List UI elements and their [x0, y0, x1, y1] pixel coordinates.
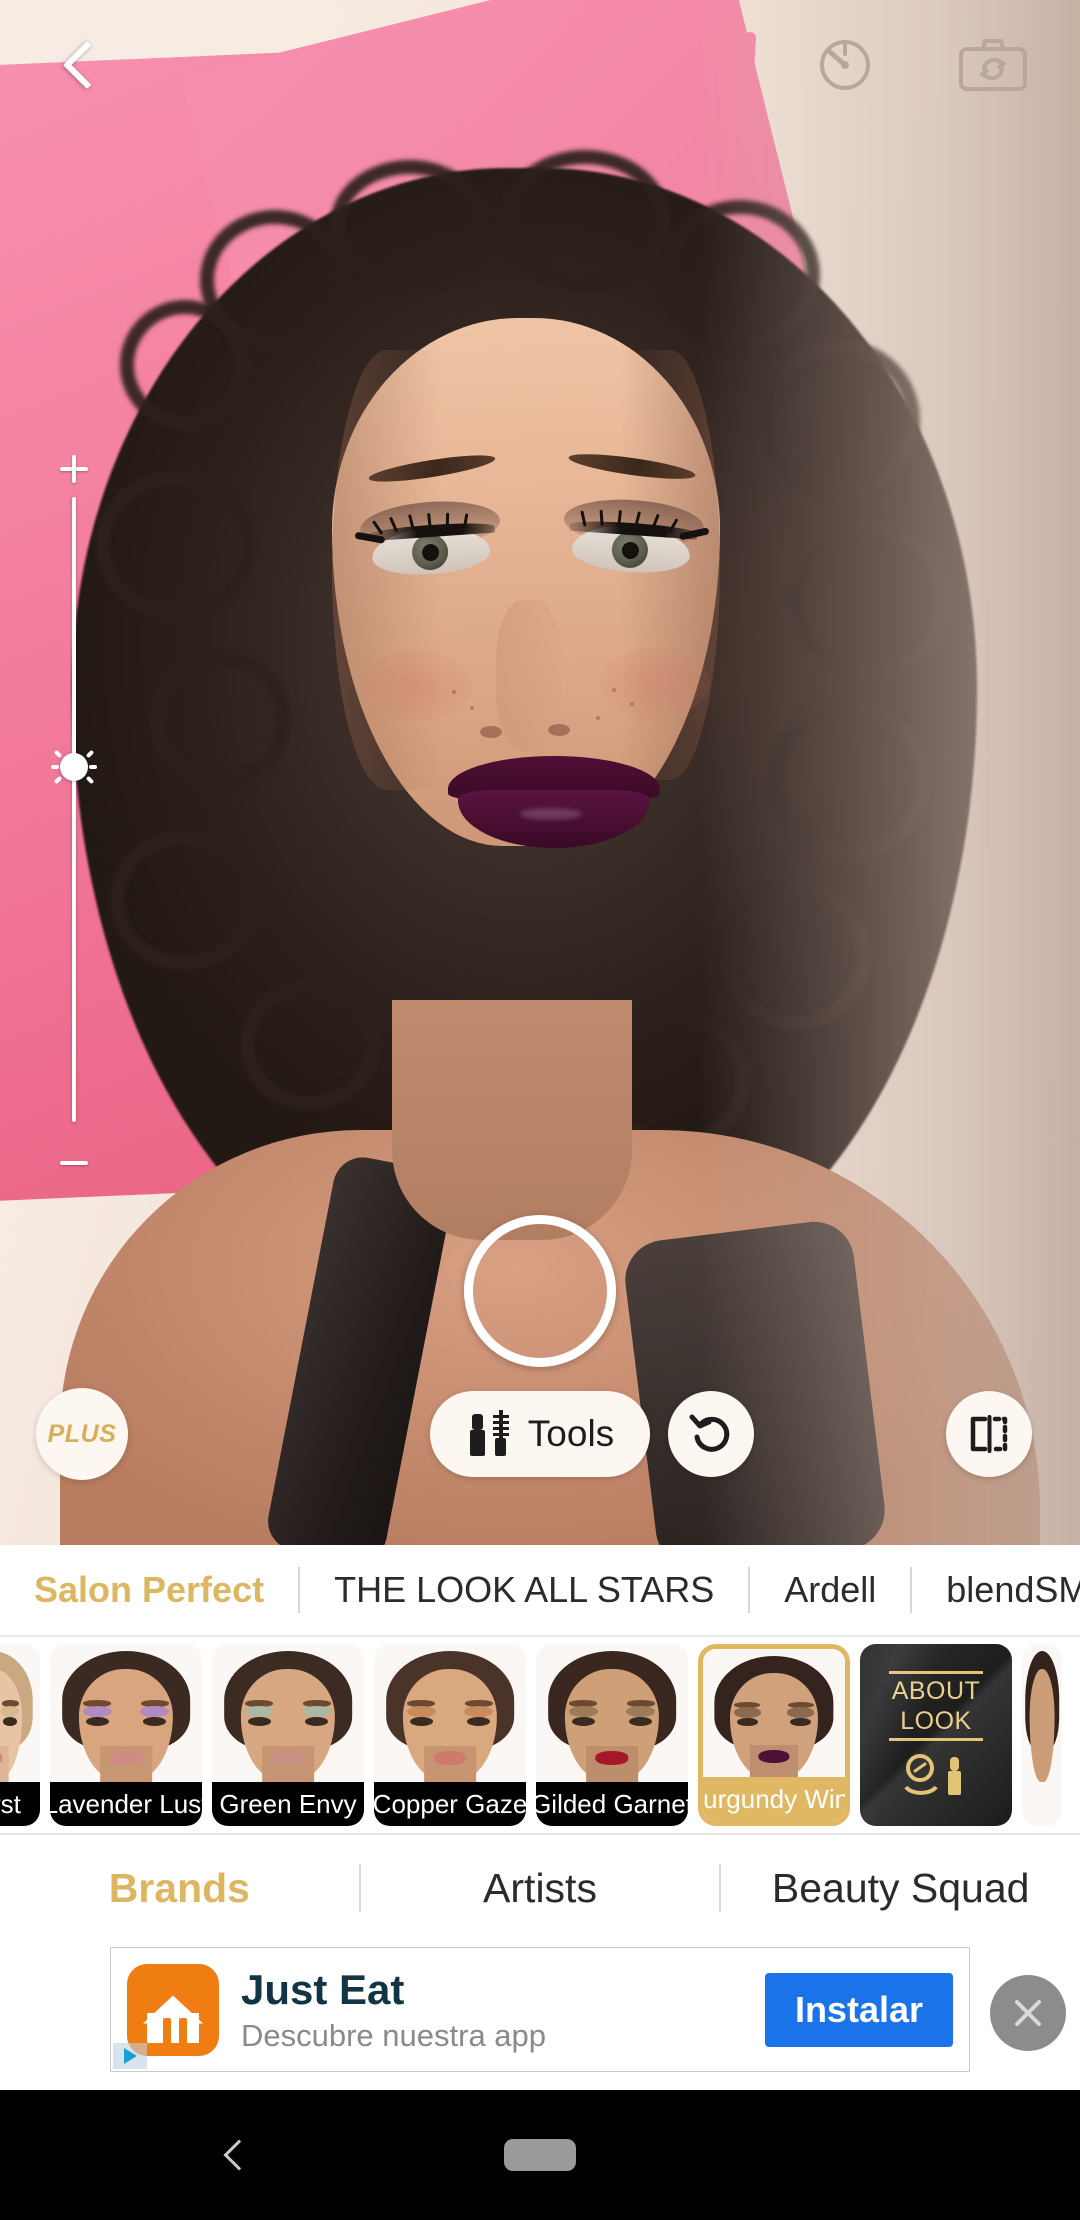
undo-button[interactable] [668, 1391, 754, 1477]
ad-banner-area: Just Eat Descubre nuestra app Instalar [0, 1941, 1080, 2090]
brightness-track[interactable] [72, 497, 76, 1122]
ad-choices-icon[interactable] [113, 2043, 147, 2069]
category-tab-artists[interactable]: Artists [361, 1865, 720, 1912]
eye-left [354, 497, 502, 579]
close-icon [1015, 2000, 1041, 2026]
brand-tab-3[interactable]: blendSMA [912, 1545, 1080, 1635]
brand-tab-bar[interactable]: Salon Perfect THE LOOK ALL STARS Ardell … [0, 1545, 1080, 1637]
category-tab-brands[interactable]: Brands [0, 1865, 359, 1912]
flip-camera-button[interactable] [950, 22, 1036, 108]
look-label: Green Envy [212, 1782, 364, 1826]
brightness-thumb[interactable] [51, 744, 97, 790]
look-label: Gilded Garnet [536, 1782, 688, 1826]
lips [448, 756, 660, 852]
look-label: Burgundy Wink [703, 1777, 845, 1821]
brand-tab-2[interactable]: Ardell [750, 1545, 910, 1635]
look-label: Copper Gaze [374, 1782, 526, 1826]
just-eat-icon [127, 1963, 219, 2056]
tools-label: Tools [527, 1413, 615, 1454]
look-label: burst [0, 1782, 40, 1826]
ad-subtitle: Descubre nuestra app [241, 2017, 547, 2053]
shutter-button[interactable] [464, 1215, 616, 1367]
compact-lipstick-icon [904, 1754, 961, 1796]
ad-title: Just Eat [241, 1965, 405, 2013]
brand-tab-0[interactable]: Salon Perfect [0, 1545, 298, 1635]
look-item-2[interactable]: Green Envy [212, 1644, 364, 1826]
timer-button[interactable] [802, 22, 888, 108]
brand-tab-1[interactable]: THE LOOK ALL STARS [300, 1545, 748, 1635]
plus-button[interactable]: PLUS [36, 1388, 128, 1480]
eye-right [562, 495, 710, 577]
chevron-left-icon [62, 40, 112, 90]
ad-banner[interactable]: Just Eat Descubre nuestra app Instalar [110, 1947, 970, 2072]
look-item-5[interactable]: Burgundy Wink [698, 1644, 850, 1826]
camera-topbar [0, 0, 1080, 130]
android-home-pill-icon[interactable] [504, 2139, 576, 2171]
look-item-4[interactable]: Gilded Garnet [536, 1644, 688, 1826]
undo-icon [689, 1414, 730, 1452]
brightness-decrease-icon[interactable] [60, 1161, 88, 1165]
look-thumbnail-strip[interactable]: burst Lavender Lust [0, 1637, 1080, 1833]
look-label: Lavender Lust [50, 1782, 202, 1826]
android-back-icon[interactable] [223, 2139, 255, 2171]
look-item-1[interactable]: Lavender Lust [50, 1644, 202, 1826]
android-navigation-bar [0, 2090, 1080, 2220]
compare-button[interactable] [946, 1391, 1032, 1477]
camera-preview[interactable]: PLUS Tools [0, 0, 1080, 1545]
compare-split-icon [970, 1415, 1008, 1453]
brightness-slider[interactable] [46, 455, 102, 1165]
ad-close-button[interactable] [990, 1975, 1066, 2051]
app-root: PLUS Tools Salon Perfect THE LOOK ALL ST… [0, 0, 1080, 2220]
camera-flip-icon [959, 39, 1027, 91]
plus-label: PLUS [47, 1419, 117, 1448]
brightness-increase-icon[interactable] [60, 455, 88, 483]
look-item-0[interactable]: burst [0, 1644, 40, 1826]
camera-toolbar: PLUS Tools [0, 1388, 1080, 1503]
look-item-next-partial[interactable] [1022, 1644, 1062, 1826]
look-item-3[interactable]: Copper Gaze [374, 1644, 526, 1826]
background-shadow-right [700, 0, 1080, 1545]
category-tab-bar[interactable]: Brands Artists Beauty Squad [0, 1833, 1080, 1941]
ad-text: Just Eat Descubre nuestra app [241, 1966, 743, 2054]
category-tab-beauty-squad[interactable]: Beauty Squad [721, 1865, 1080, 1912]
back-button[interactable] [44, 22, 130, 108]
neck [392, 1000, 632, 1240]
tools-button[interactable]: Tools [430, 1391, 650, 1477]
about-look-button[interactable]: ABOUT LOOK [860, 1644, 1012, 1826]
ad-install-button[interactable]: Instalar [764, 1972, 953, 2047]
timer-icon [820, 40, 870, 90]
look-thumbnail-image [1022, 1644, 1062, 1826]
lipstick-mascara-icon [469, 1410, 509, 1456]
sun-icon [60, 753, 88, 781]
